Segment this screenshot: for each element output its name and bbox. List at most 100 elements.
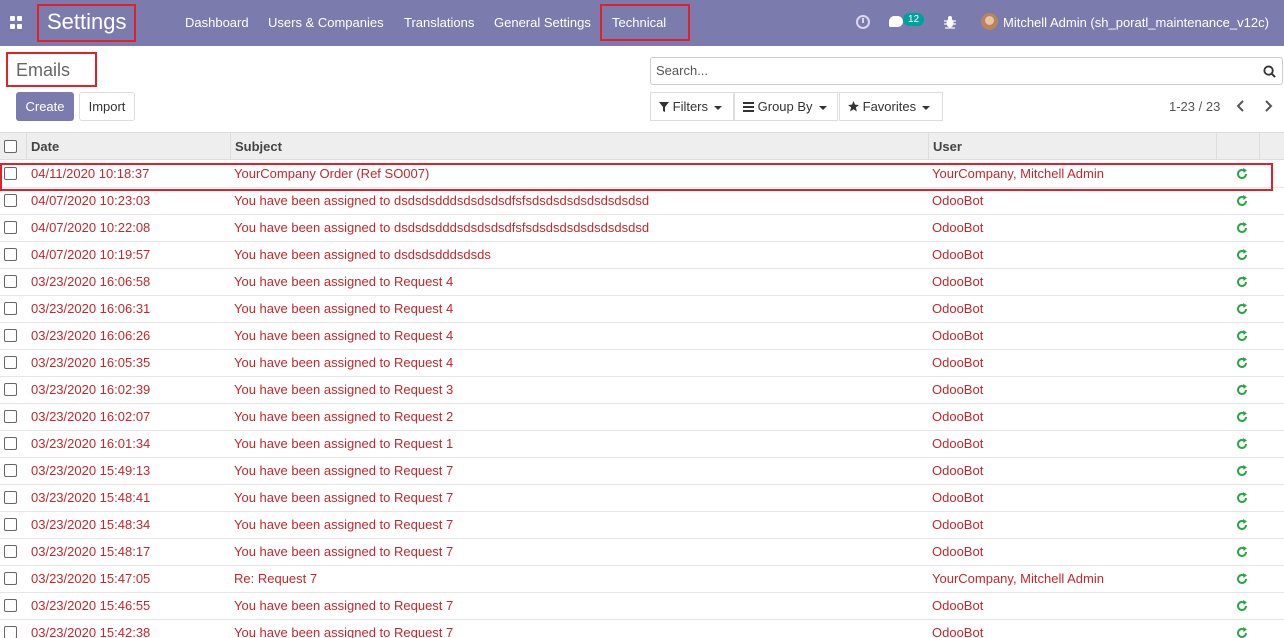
- row-checkbox[interactable]: [4, 329, 17, 342]
- row-checkbox[interactable]: [4, 464, 17, 477]
- table-row[interactable]: 03/23/2020 16:02:39 You have been assigne…: [0, 377, 1284, 404]
- cell-date: 03/23/2020 15:48:17: [31, 544, 151, 559]
- table-row[interactable]: 03/23/2020 16:01:34 You have been assigne…: [0, 431, 1284, 458]
- table-row[interactable]: 04/07/2020 10:23:03 You have been assigne…: [0, 188, 1284, 215]
- menu-technical[interactable]: Technical: [612, 15, 666, 31]
- app-title[interactable]: Settings: [47, 8, 127, 36]
- retry-icon[interactable]: [1236, 276, 1248, 288]
- retry-icon[interactable]: [1236, 492, 1248, 504]
- bars-icon: [743, 102, 754, 112]
- pager-next-icon[interactable]: [1262, 99, 1274, 113]
- search-input[interactable]: [656, 63, 1246, 78]
- retry-icon[interactable]: [1236, 168, 1248, 180]
- pager-previous-icon[interactable]: [1235, 99, 1247, 113]
- row-checkbox[interactable]: [4, 302, 17, 315]
- search-icon[interactable]: [1263, 65, 1276, 78]
- retry-icon[interactable]: [1236, 627, 1248, 638]
- row-checkbox[interactable]: [4, 410, 17, 423]
- table-row[interactable]: 03/23/2020 15:48:41 You have been assigne…: [0, 485, 1284, 512]
- cell-date: 04/07/2020 10:22:08: [31, 220, 151, 235]
- retry-icon[interactable]: [1236, 222, 1248, 234]
- row-checkbox[interactable]: [4, 437, 17, 450]
- cell-subject: You have been assigned to Request 7: [234, 517, 454, 532]
- cell-user: OdooBot: [932, 355, 984, 370]
- cell-user: OdooBot: [932, 247, 984, 262]
- retry-icon[interactable]: [1236, 330, 1248, 342]
- user-menu[interactable]: Mitchell Admin (sh_poratl_maintenance_v1…: [1003, 15, 1269, 30]
- cell-subject: You have been assigned to dsdsdsdddsdsds: [234, 247, 491, 262]
- retry-icon[interactable]: [1236, 195, 1248, 207]
- chat-icon[interactable]: [889, 16, 903, 27]
- message-count-badge: 12: [903, 13, 925, 26]
- menu-dashboard[interactable]: Dashboard: [185, 15, 249, 31]
- pager-value[interactable]: 1-23 / 23: [1169, 99, 1220, 114]
- row-checkbox[interactable]: [4, 518, 17, 531]
- cell-date: 03/23/2020 16:06:31: [31, 301, 151, 316]
- row-checkbox[interactable]: [4, 383, 17, 396]
- row-checkbox[interactable]: [4, 194, 17, 207]
- retry-icon[interactable]: [1236, 546, 1248, 558]
- retry-icon[interactable]: [1236, 303, 1248, 315]
- row-checkbox[interactable]: [4, 545, 17, 558]
- email-list-table: Date Subject User 04/11/2020 10:18:37 You…: [0, 132, 1284, 638]
- cell-user: OdooBot: [932, 625, 984, 638]
- apps-grid-icon[interactable]: [10, 16, 23, 29]
- favorites-button[interactable]: Favorites: [839, 92, 943, 121]
- table-row[interactable]: 03/23/2020 16:06:58 You have been assigne…: [0, 269, 1284, 296]
- table-row[interactable]: 03/23/2020 15:49:13 You have been assigne…: [0, 458, 1284, 485]
- column-header-subject[interactable]: Subject: [231, 133, 929, 160]
- row-checkbox[interactable]: [4, 167, 17, 180]
- row-checkbox[interactable]: [4, 491, 17, 504]
- group-by-button[interactable]: Group By: [734, 92, 838, 121]
- row-checkbox[interactable]: [4, 356, 17, 369]
- cell-user: OdooBot: [932, 382, 984, 397]
- filters-button[interactable]: Filters: [650, 92, 734, 121]
- table-row[interactable]: 03/23/2020 16:06:26 You have been assigne…: [0, 323, 1284, 350]
- create-button[interactable]: Create: [16, 92, 74, 121]
- table-row[interactable]: 03/23/2020 15:48:34 You have been assigne…: [0, 512, 1284, 539]
- menu-general-settings[interactable]: General Settings: [494, 15, 591, 31]
- breadcrumb: Emails: [16, 60, 71, 80]
- table-row[interactable]: 03/23/2020 16:02:07 You have been assigne…: [0, 404, 1284, 431]
- table-row[interactable]: 03/23/2020 16:06:31 You have been assigne…: [0, 296, 1284, 323]
- row-checkbox[interactable]: [4, 221, 17, 234]
- retry-icon[interactable]: [1236, 573, 1248, 585]
- clock-icon[interactable]: [856, 15, 870, 29]
- row-checkbox[interactable]: [4, 626, 17, 638]
- table-row[interactable]: 04/07/2020 10:22:08 You have been assigne…: [0, 215, 1284, 242]
- column-header-date[interactable]: Date: [27, 133, 231, 160]
- cell-subject: You have been assigned to Request 7: [234, 544, 454, 559]
- retry-icon[interactable]: [1236, 600, 1248, 612]
- table-row[interactable]: 03/23/2020 15:48:17 You have been assigne…: [0, 539, 1284, 566]
- menu-translations[interactable]: Translations: [404, 15, 474, 31]
- import-button[interactable]: Import: [79, 92, 135, 121]
- cell-date: 03/23/2020 16:06:26: [31, 328, 151, 343]
- column-header-user[interactable]: User: [929, 133, 1217, 160]
- table-row[interactable]: 03/23/2020 15:42:38 You have been assigne…: [0, 620, 1284, 638]
- retry-icon[interactable]: [1236, 357, 1248, 369]
- table-row[interactable]: 04/11/2020 10:18:37 YourCompany Order (Re…: [0, 161, 1284, 188]
- retry-icon[interactable]: [1236, 438, 1248, 450]
- row-checkbox[interactable]: [4, 275, 17, 288]
- row-checkbox[interactable]: [4, 248, 17, 261]
- retry-icon[interactable]: [1236, 249, 1248, 261]
- avatar[interactable]: [981, 13, 998, 30]
- cell-subject: You have been assigned to Request 2: [234, 409, 454, 424]
- cell-user: YourCompany, Mitchell Admin: [932, 166, 1104, 181]
- retry-icon[interactable]: [1236, 384, 1248, 396]
- table-row[interactable]: 03/23/2020 15:47:05 Re: Request 7 YourComp…: [0, 566, 1284, 593]
- retry-icon[interactable]: [1236, 519, 1248, 531]
- row-checkbox[interactable]: [4, 572, 17, 585]
- table-row[interactable]: 03/23/2020 16:05:35 You have been assigne…: [0, 350, 1284, 377]
- bug-icon[interactable]: [944, 15, 956, 29]
- retry-icon[interactable]: [1236, 411, 1248, 423]
- retry-icon[interactable]: [1236, 465, 1248, 477]
- table-row[interactable]: 03/23/2020 15:46:55 You have been assigne…: [0, 593, 1284, 620]
- menu-users-companies[interactable]: Users & Companies: [268, 15, 384, 31]
- row-checkbox[interactable]: [4, 599, 17, 612]
- table-row[interactable]: 04/07/2020 10:19:57 You have been assigne…: [0, 242, 1284, 269]
- cell-user: OdooBot: [932, 463, 984, 478]
- cell-user: OdooBot: [932, 436, 984, 451]
- cell-date: 03/23/2020 16:06:58: [31, 274, 151, 289]
- cell-user: YourCompany, Mitchell Admin: [932, 571, 1104, 586]
